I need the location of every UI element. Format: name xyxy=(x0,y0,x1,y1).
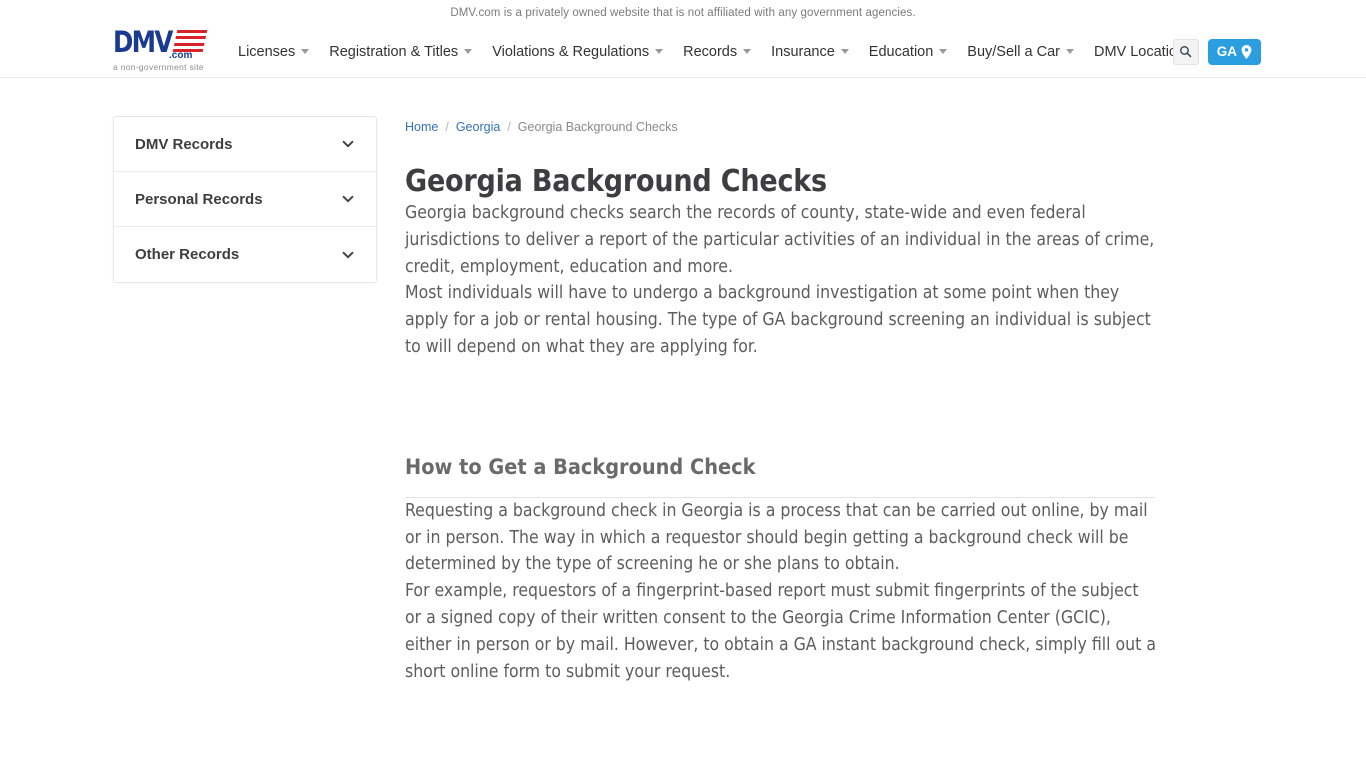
primary-navigation: Licenses Registration & Titles Violation… xyxy=(238,25,1202,78)
nav-item-records[interactable]: Records xyxy=(673,44,761,60)
nav-item-label: Education xyxy=(868,43,934,60)
sidebar-accordion: DMV Records Personal Records Other Recor… xyxy=(113,116,377,283)
sidebar-item-label: DMV Records xyxy=(135,135,233,153)
intro-paragraph-1: Georgia background checks search the rec… xyxy=(405,203,1155,277)
map-pin-icon xyxy=(1241,44,1252,59)
section-paragraph-1: Requesting a background check in Georgia… xyxy=(405,500,1148,575)
section-heading-how-to-get-a-background-check: How to Get a Background Check xyxy=(405,454,756,480)
sidebar-item-label: Other Records xyxy=(135,246,240,263)
nav-item-education[interactable]: Education xyxy=(859,44,958,60)
sidebar-item-label: Personal Records xyxy=(135,190,263,208)
chevron-down-icon xyxy=(342,195,354,203)
nav-item-label: Buy/Sell a Car xyxy=(967,43,1060,60)
chevron-down-icon xyxy=(840,49,849,54)
header-actions: GA xyxy=(1172,25,1261,78)
sidebar-item-other-records[interactable]: Other Records xyxy=(114,227,376,282)
breadcrumb-current: Georgia Background Checks xyxy=(517,120,678,134)
chevron-down-icon xyxy=(342,140,354,148)
logo-brand-text: DMV xyxy=(113,25,173,59)
logo-com-text: .com xyxy=(169,50,193,61)
chevron-down-icon xyxy=(342,251,354,258)
search-icon xyxy=(1180,46,1192,58)
site-disclaimer-bar: DMV.com is a privately owned website tha… xyxy=(0,0,1366,25)
breadcrumb-home[interactable]: Home xyxy=(405,120,438,134)
chevron-down-icon xyxy=(1065,49,1074,54)
nav-item-buy-sell-a-car[interactable]: Buy/Sell a Car xyxy=(957,44,1084,60)
state-selector-label: GA xyxy=(1216,44,1237,59)
nav-item-label: Registration & Titles xyxy=(329,43,459,60)
nav-item-licenses[interactable]: Licenses xyxy=(238,44,319,60)
logo-flag-stripes-icon xyxy=(173,30,208,52)
chevron-down-icon xyxy=(464,49,473,54)
nav-item-label: Violations & Regulations xyxy=(492,43,650,60)
breadcrumb-georgia[interactable]: Georgia xyxy=(456,120,500,134)
nav-item-label: Records xyxy=(683,43,738,60)
intro-paragraph-2: Most individuals will have to undergo a … xyxy=(405,283,1151,357)
logo-tagline: a non-government site xyxy=(113,62,204,72)
sidebar-item-dmv-records[interactable]: DMV Records xyxy=(114,117,376,172)
chevron-down-icon xyxy=(301,49,310,54)
nav-item-violations-regulations[interactable]: Violations & Regulations xyxy=(482,44,673,60)
site-header: DMV .com a non-government site Licenses … xyxy=(0,25,1366,78)
nav-item-registration-titles[interactable]: Registration & Titles xyxy=(319,44,482,60)
breadcrumb: Home / Georgia / Georgia Background Chec… xyxy=(405,78,1157,134)
main-content: Home / Georgia / Georgia Background Chec… xyxy=(405,78,1157,685)
nav-item-label: Licenses xyxy=(238,43,296,60)
breadcrumb-separator: / xyxy=(507,120,511,134)
chevron-down-icon xyxy=(743,49,752,54)
page-body: DMV Records Personal Records Other Recor… xyxy=(0,78,1366,768)
chevron-down-icon xyxy=(655,49,664,54)
logo-mark: DMV xyxy=(113,28,223,58)
search-button[interactable] xyxy=(1172,38,1199,65)
nav-item-label: Insurance xyxy=(771,43,835,60)
page-title: Georgia Background Checks xyxy=(405,164,827,199)
state-selector-button[interactable]: GA xyxy=(1207,38,1261,65)
breadcrumb-separator: / xyxy=(445,120,449,134)
sidebar-item-personal-records[interactable]: Personal Records xyxy=(114,172,376,227)
disclaimer-text: DMV.com is a privately owned website tha… xyxy=(450,6,916,19)
chevron-down-icon xyxy=(939,49,948,54)
section-paragraph-2: For example, requestors of a fingerprint… xyxy=(405,581,1156,682)
site-logo[interactable]: DMV .com a non-government site xyxy=(113,28,223,76)
nav-item-insurance[interactable]: Insurance xyxy=(761,44,859,60)
